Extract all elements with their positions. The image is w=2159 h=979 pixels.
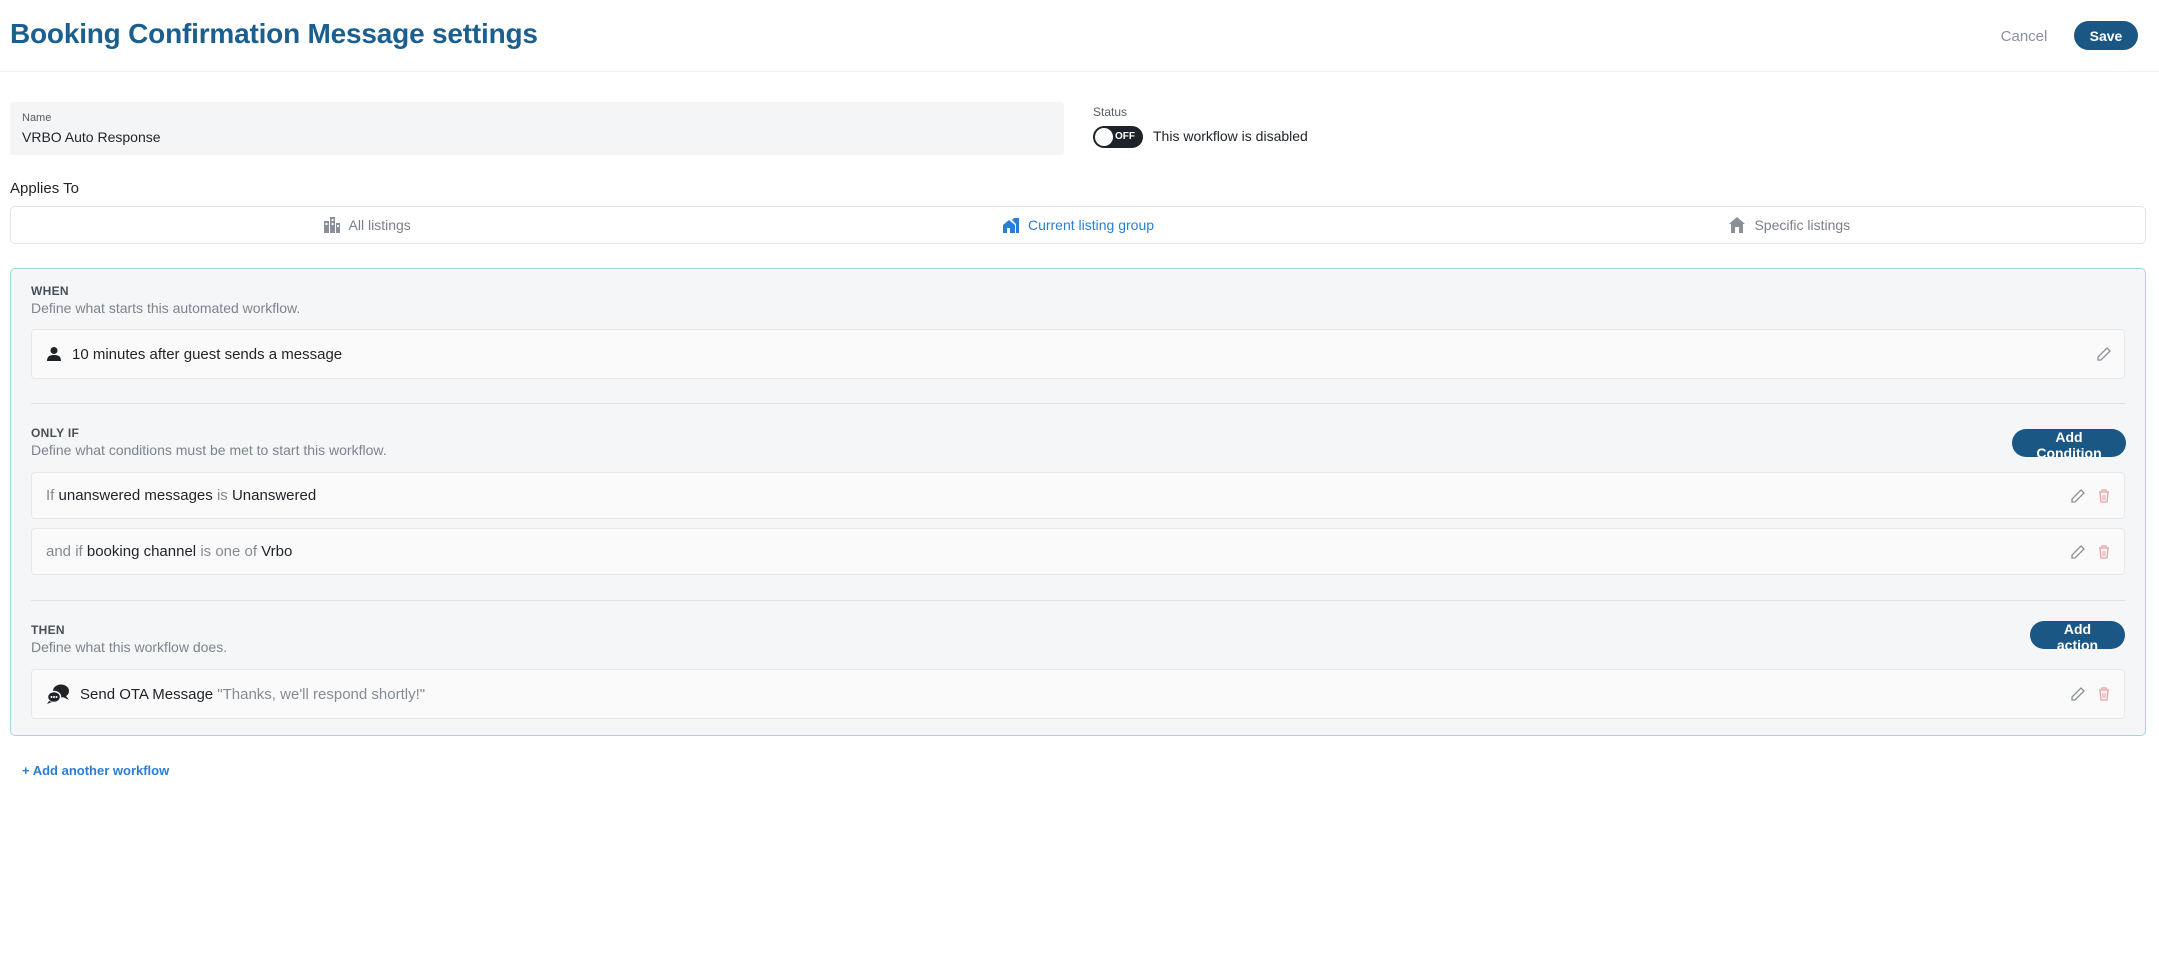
buildings-icon [323, 217, 340, 233]
then-description: Define what this workflow does. [31, 639, 228, 655]
condition-value: Vrbo [261, 543, 293, 560]
add-action-button[interactable]: Add action [2030, 621, 2125, 653]
condition-operator: is one of [200, 543, 258, 560]
status-toggle[interactable]: OFF [1093, 126, 1143, 148]
option-all-listings-label: All listings [348, 217, 411, 233]
name-label: Name [22, 112, 52, 124]
edit-icon[interactable] [2070, 488, 2086, 504]
divider [31, 600, 2125, 601]
condition-field: unanswered messages [58, 487, 213, 504]
name-input[interactable] [22, 127, 1022, 147]
condition-prefix: and if [46, 543, 83, 560]
option-specific-listings[interactable]: Specific listings [1434, 207, 2145, 243]
option-all-listings[interactable]: All listings [11, 207, 722, 243]
action-row[interactable]: Send OTA Message "Thanks, we'll respond … [31, 669, 2125, 719]
status-label: Status [1093, 105, 1128, 119]
delete-icon[interactable] [2096, 686, 2112, 702]
person-icon [47, 347, 61, 361]
condition-field: booking channel [86, 543, 197, 560]
edit-icon[interactable] [2096, 346, 2112, 362]
house-icon [1729, 217, 1746, 233]
condition-operator: is [216, 487, 228, 504]
action-message: "Thanks, we'll respond shortly!" [217, 685, 426, 703]
divider [31, 403, 2125, 404]
edit-icon[interactable] [2070, 686, 2086, 702]
add-condition-button[interactable]: Add Condition [2012, 429, 2126, 461]
applies-to-selector: All listings Current listing group Speci… [10, 206, 2146, 244]
when-title: WHEN [31, 284, 69, 298]
save-button[interactable]: Save [2074, 21, 2138, 50]
add-another-workflow-link[interactable]: + Add another workflow [22, 763, 169, 778]
condition-row[interactable]: If unanswered messages is Unanswered [31, 472, 2125, 519]
workflow-card: WHEN Define what starts this automated w… [10, 268, 2146, 736]
toggle-knob [1095, 128, 1113, 146]
trigger-text: 10 minutes after guest sends a message [72, 345, 343, 363]
option-current-listing-group[interactable]: Current listing group [722, 207, 1433, 243]
page-title: Booking Confirmation Message settings [10, 18, 538, 49]
name-field[interactable]: Name [10, 102, 1064, 155]
delete-icon[interactable] [2096, 488, 2112, 504]
action-name: Send OTA Message [80, 685, 214, 703]
option-current-listing-group-label: Current listing group [1027, 217, 1155, 233]
when-description: Define what starts this automated workfl… [31, 300, 301, 316]
trigger-row[interactable]: 10 minutes after guest sends a message [31, 329, 2125, 379]
house-group-icon [1002, 218, 1019, 233]
delete-icon[interactable] [2096, 544, 2112, 560]
chat-bubbles-icon [46, 684, 69, 704]
only-if-title: ONLY IF [31, 426, 80, 440]
cancel-button[interactable]: Cancel [1985, 22, 2063, 50]
page-header: Booking Confirmation Message settings Ca… [0, 0, 2159, 72]
option-specific-listings-label: Specific listings [1754, 217, 1851, 233]
then-title: THEN [31, 623, 65, 637]
status-text: This workflow is disabled [1153, 128, 1308, 144]
applies-to-label: Applies To [10, 180, 79, 197]
condition-row[interactable]: and if booking channel is one of Vrbo [31, 528, 2125, 575]
toggle-label: OFF [1115, 131, 1135, 142]
condition-prefix: If [46, 487, 55, 504]
only-if-description: Define what conditions must be met to st… [31, 442, 387, 458]
edit-icon[interactable] [2070, 544, 2086, 560]
condition-value: Unanswered [231, 487, 317, 504]
